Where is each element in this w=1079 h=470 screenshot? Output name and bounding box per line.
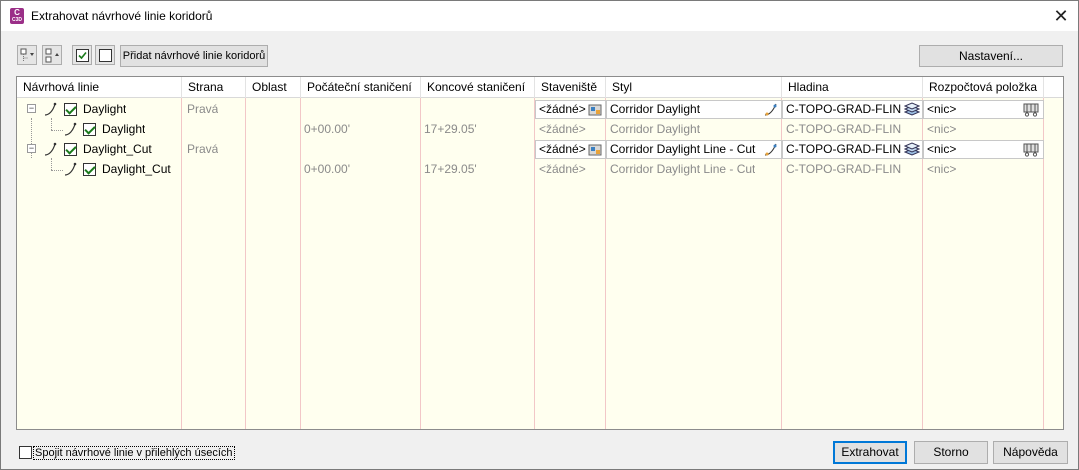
style-value: Corridor Daylight [610, 122, 701, 136]
table-row[interactable]: Daylight 0+00.00' 17+29.05' <žádné> Corr… [17, 119, 1063, 139]
layers-icon [904, 102, 920, 116]
feature-line-icon [64, 122, 77, 136]
style-edit-icon [764, 143, 777, 156]
uncheck-all-button[interactable] [95, 45, 115, 65]
site-dropdown[interactable]: <žádné> [535, 140, 606, 159]
feature-lines-grid[interactable]: Návrhová linie Strana Oblast Počáteční s… [16, 76, 1064, 430]
pay-item-icon [1023, 143, 1039, 157]
site-value: <žádné> [539, 162, 586, 176]
feature-line-name: Daylight_Cut [102, 162, 171, 176]
check-all-icon [76, 49, 89, 62]
layer-dropdown[interactable]: C-TOPO-GRAD-FLIN [782, 100, 923, 119]
layers-icon [904, 142, 920, 156]
feature-line-icon [64, 162, 77, 176]
row-checkbox[interactable] [64, 143, 77, 156]
col-style[interactable]: Styl [606, 77, 782, 98]
tree-expand-icon [20, 48, 34, 62]
layer-dropdown[interactable]: C-TOPO-GRAD-FLIN [782, 140, 923, 159]
pay-item-icon [1023, 103, 1039, 117]
uncheck-all-icon [99, 49, 112, 62]
tree-collapse-button[interactable] [42, 45, 62, 65]
style-dropdown[interactable]: Corridor Daylight Line - Cut [606, 140, 782, 159]
style-value: Corridor Daylight Line - Cut [610, 162, 756, 176]
collapse-toggle-icon[interactable]: − [27, 104, 36, 113]
help-button[interactable]: Nápověda [993, 441, 1068, 464]
end-station-value: 17+29.05' [424, 162, 477, 176]
row-checkbox[interactable] [83, 123, 96, 136]
table-row[interactable]: − Daylight_Cut Pravá <žádné> Corridor Da… [17, 139, 1063, 159]
tree-expand-button[interactable] [17, 45, 37, 65]
col-region[interactable]: Oblast [246, 77, 301, 98]
layer-value: C-TOPO-GRAD-FLIN [786, 162, 902, 176]
table-row[interactable]: − Daylight Pravá <žádné> Corridor Daylig… [17, 99, 1063, 119]
feature-line-icon [44, 102, 57, 116]
side-value: Pravá [187, 142, 219, 156]
title-bar: C C3D Extrahovat návrhové linie koridorů … [1, 1, 1078, 31]
site-icon [588, 144, 602, 156]
tree-collapse-icon [45, 48, 59, 63]
end-station-value: 17+29.05' [424, 122, 477, 136]
site-value: <žádné> [539, 122, 586, 136]
extract-button[interactable]: Extrahovat [833, 441, 907, 464]
check-all-button[interactable] [72, 45, 92, 65]
col-feature-line[interactable]: Návrhová linie [17, 77, 182, 98]
feature-line-name: Daylight [102, 122, 146, 136]
pay-item-dropdown[interactable]: <nic> [923, 100, 1044, 119]
pay-item-dropdown[interactable]: <nic> [923, 140, 1044, 159]
col-start-station[interactable]: Počáteční staničení [301, 77, 421, 98]
add-feature-lines-button[interactable]: Přidat návrhové linie koridorů [120, 45, 268, 67]
start-station-value: 0+00.00' [304, 122, 351, 136]
collapse-toggle-icon[interactable]: − [27, 144, 36, 153]
window-title: Extrahovat návrhové linie koridorů [31, 9, 213, 23]
row-checkbox[interactable] [83, 163, 96, 176]
style-edit-icon [764, 103, 777, 116]
join-feature-lines-checkbox[interactable] [19, 446, 32, 459]
join-feature-lines-label[interactable]: Spojit návrhové linie v přilehlých úsecí… [33, 446, 235, 460]
col-layer[interactable]: Hladina [782, 77, 923, 98]
pay-item-value: <nic> [927, 162, 957, 176]
site-dropdown[interactable]: <žádné> [535, 100, 606, 119]
pay-item-value: <nic> [927, 122, 957, 136]
feature-line-icon [44, 142, 57, 156]
row-checkbox[interactable] [64, 103, 77, 116]
feature-line-name: Daylight [83, 102, 127, 116]
settings-button[interactable]: Nastavení... [919, 45, 1063, 67]
col-site[interactable]: Staveniště [535, 77, 606, 98]
site-icon [588, 104, 602, 116]
table-row[interactable]: Daylight_Cut 0+00.00' 17+29.05' <žádné> … [17, 159, 1063, 179]
style-dropdown[interactable]: Corridor Daylight [606, 100, 782, 119]
col-side[interactable]: Strana [182, 77, 246, 98]
start-station-value: 0+00.00' [304, 162, 351, 176]
close-icon[interactable]: ✕ [1050, 5, 1072, 27]
grid-header: Návrhová linie Strana Oblast Počáteční s… [17, 77, 1063, 98]
side-value: Pravá [187, 102, 219, 116]
feature-line-name: Daylight_Cut [83, 142, 152, 156]
dialog-window: C C3D Extrahovat návrhové linie koridorů … [0, 0, 1079, 470]
c3d-app-icon: C C3D [10, 8, 24, 24]
layer-value: C-TOPO-GRAD-FLIN [786, 122, 902, 136]
col-pay-item[interactable]: Rozpočtová položka [923, 77, 1044, 98]
cancel-button[interactable]: Storno [914, 441, 988, 464]
col-end-station[interactable]: Koncové staničení [421, 77, 535, 98]
